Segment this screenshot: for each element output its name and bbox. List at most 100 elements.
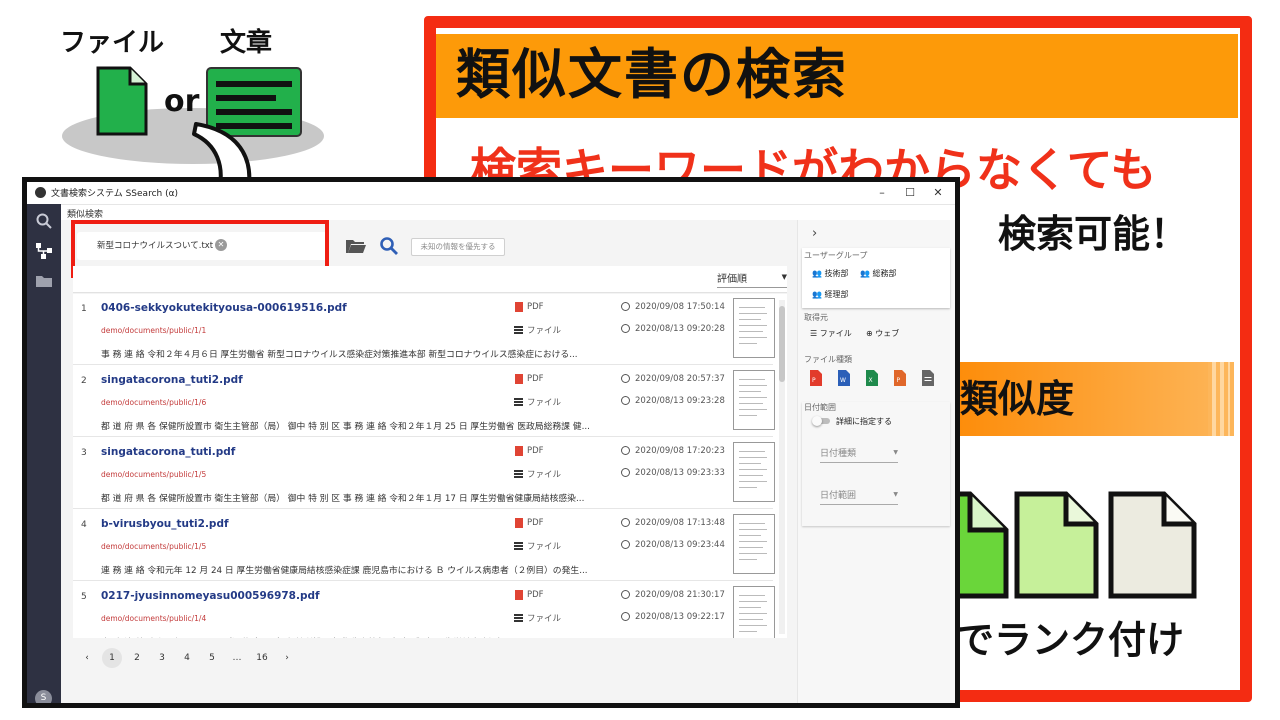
maximize-button[interactable]: ☐ xyxy=(897,184,923,202)
toggle-knob[interactable] xyxy=(812,416,822,426)
source-label: 取得元 xyxy=(804,313,828,322)
result-source: ファイル xyxy=(527,398,562,408)
table-row[interactable]: 2 singatacorona_tuti2.pdf demo/documents/p… xyxy=(73,366,775,437)
result-created-date: 2020/09/08 17:20:23 xyxy=(635,446,725,456)
page-button[interactable]: 3 xyxy=(152,648,172,668)
chevron-down-icon: ▼ xyxy=(893,491,898,498)
page-button[interactable]: 5 xyxy=(202,648,222,668)
next-page-button[interactable]: › xyxy=(277,648,297,668)
date-range-label: 日付範囲 xyxy=(804,403,836,412)
user-group-card: ユーザーグループ 👥 技術部 👥 総務部 👥 経理部 xyxy=(802,248,950,308)
search-button[interactable] xyxy=(379,236,399,256)
date-range-select[interactable]: 日付範囲 ▼ xyxy=(820,488,898,505)
search-icon[interactable] xyxy=(35,212,53,230)
result-number: 2 xyxy=(81,376,87,386)
folder-icon[interactable] xyxy=(35,272,53,290)
group-icon: 👥 xyxy=(860,269,870,278)
text-icon[interactable] xyxy=(922,370,934,386)
or-label: or xyxy=(164,84,200,119)
result-type: PDF xyxy=(527,518,544,528)
group-icon: 👥 xyxy=(812,269,822,278)
page-button[interactable]: 4 xyxy=(177,648,197,668)
document-thumbnail[interactable] xyxy=(733,442,775,502)
result-number: 1 xyxy=(81,304,87,314)
page-button[interactable]: 2 xyxy=(127,648,147,668)
date-kind-select[interactable]: 日付種類 ▼ xyxy=(820,446,898,463)
results-header xyxy=(73,266,787,293)
page-ellipsis: … xyxy=(232,653,242,663)
text-label: 文章 xyxy=(220,28,273,58)
result-snippet: 事 務 連 絡 令和２年４月６日 厚生労働省 新型コロナウイルス感染症対策推進本… xyxy=(101,350,578,360)
svg-text:P: P xyxy=(812,377,816,384)
table-row[interactable]: 3 singatacorona_tuti.pdf demo/documents/pu… xyxy=(73,438,775,509)
promo-title: 類似文書の検索 xyxy=(456,43,848,106)
word-icon[interactable]: W xyxy=(838,370,850,386)
page-button[interactable]: 16 xyxy=(252,648,272,668)
result-source: ファイル xyxy=(527,470,562,480)
filetype-label: ファイル種類 xyxy=(804,355,852,364)
minimize-button[interactable]: – xyxy=(869,184,895,202)
app-window: 文書検索システム SSearch (α) – ☐ ✕ S 類似検索 新型コロナウ… xyxy=(22,177,960,708)
chevron-down-icon: ▼ xyxy=(781,273,787,281)
result-created-date: 2020/09/08 21:30:17 xyxy=(635,590,725,600)
result-title-link[interactable]: b-virusbyou_tuti2.pdf xyxy=(101,518,229,530)
result-source: ファイル xyxy=(527,326,562,336)
svg-text:W: W xyxy=(840,377,846,384)
result-title-link[interactable]: singatacorona_tuti2.pdf xyxy=(101,374,243,386)
similarity-band-stripes xyxy=(1208,362,1230,436)
document-thumbnail[interactable] xyxy=(733,298,775,358)
table-row[interactable]: 1 0406-sekkyokutekityousa-000619516.pdf de… xyxy=(73,294,775,365)
result-title-link[interactable]: 0217-jyusinnomeyasu000596978.pdf xyxy=(101,590,320,602)
avatar[interactable]: S xyxy=(35,690,52,703)
result-snippet: 都 道 府 県 各 保健所設置市 衛生主管部（局） 御中 特 別 区 事 務 連… xyxy=(101,422,590,432)
result-source: ファイル xyxy=(527,614,562,624)
group-item[interactable]: 👥 経理部 xyxy=(812,289,849,300)
sort-select[interactable]: 評価順 ▼ xyxy=(717,270,787,288)
pdf-icon[interactable]: P xyxy=(810,370,822,386)
date-card: 日付範囲 詳細に指定する 日付種類 ▼ 日付範囲 ▼ xyxy=(802,402,950,526)
table-row[interactable]: 5 0217-jyusinnomeyasu000596978.pdf demo/do… xyxy=(73,582,775,638)
prev-page-button[interactable]: ‹ xyxy=(77,648,97,668)
sort-label: 評価順 xyxy=(717,274,747,285)
document-thumbnail[interactable] xyxy=(733,586,775,638)
svg-text:X: X xyxy=(869,377,873,384)
result-number: 4 xyxy=(81,520,87,530)
result-created-date: 2020/09/08 20:57:37 xyxy=(635,374,725,384)
page-button[interactable]: 1 xyxy=(102,648,122,668)
result-type: PDF xyxy=(527,302,544,312)
collapse-panel-button[interactable]: › xyxy=(812,226,817,241)
result-modified-date: 2020/08/13 09:23:28 xyxy=(635,396,725,406)
group-item[interactable]: 👥 技術部 xyxy=(812,268,849,279)
breadcrumb: 類似検索 xyxy=(67,210,104,220)
result-title-link[interactable]: singatacorona_tuti.pdf xyxy=(101,446,235,458)
source-item[interactable]: ☰ ファイル xyxy=(810,328,852,339)
excel-icon[interactable]: X xyxy=(866,370,878,386)
result-path: demo/documents/public/1/4 xyxy=(101,614,207,623)
document-thumbnail[interactable] xyxy=(733,370,775,430)
powerpoint-icon[interactable]: P xyxy=(894,370,906,386)
ranked-document-icon xyxy=(1108,491,1197,599)
user-group-label: ユーザーグループ xyxy=(804,251,868,260)
result-type: PDF xyxy=(527,590,544,600)
result-path: demo/documents/public/1/1 xyxy=(101,326,207,335)
chevron-down-icon: ▼ xyxy=(893,449,898,456)
group-icon: 👥 xyxy=(812,290,822,299)
result-modified-date: 2020/08/13 09:23:44 xyxy=(635,540,725,550)
scrollbar-thumb[interactable] xyxy=(779,306,785,382)
tree-icon[interactable] xyxy=(35,242,53,260)
document-thumbnail[interactable] xyxy=(733,514,775,574)
group-item[interactable]: 👥 総務部 xyxy=(860,268,897,279)
globe-icon: ⊕ xyxy=(866,329,873,338)
source-item[interactable]: ⊕ ウェブ xyxy=(866,328,899,339)
window-title: 文書検索システム SSearch (α) xyxy=(51,189,179,199)
close-button[interactable]: ✕ xyxy=(925,184,951,202)
similarity-label: 類似度 xyxy=(960,377,1075,421)
open-folder-button[interactable] xyxy=(345,236,367,256)
table-row[interactable]: 4 b-virusbyou_tuti2.pdf demo/documents/pub… xyxy=(73,510,775,581)
result-title-link[interactable]: 0406-sekkyokutekityousa-000619516.pdf xyxy=(101,302,347,314)
result-number: 5 xyxy=(81,592,87,602)
detail-toggle-label: 詳細に指定する xyxy=(836,417,892,426)
prefer-unknown-button[interactable]: 未知の情報を優先する xyxy=(411,238,505,256)
results-list: 1 0406-sekkyokutekityousa-000619516.pdf de… xyxy=(73,294,787,638)
source-card: 取得元 ☰ ファイル ⊕ ウェブ xyxy=(802,312,950,350)
